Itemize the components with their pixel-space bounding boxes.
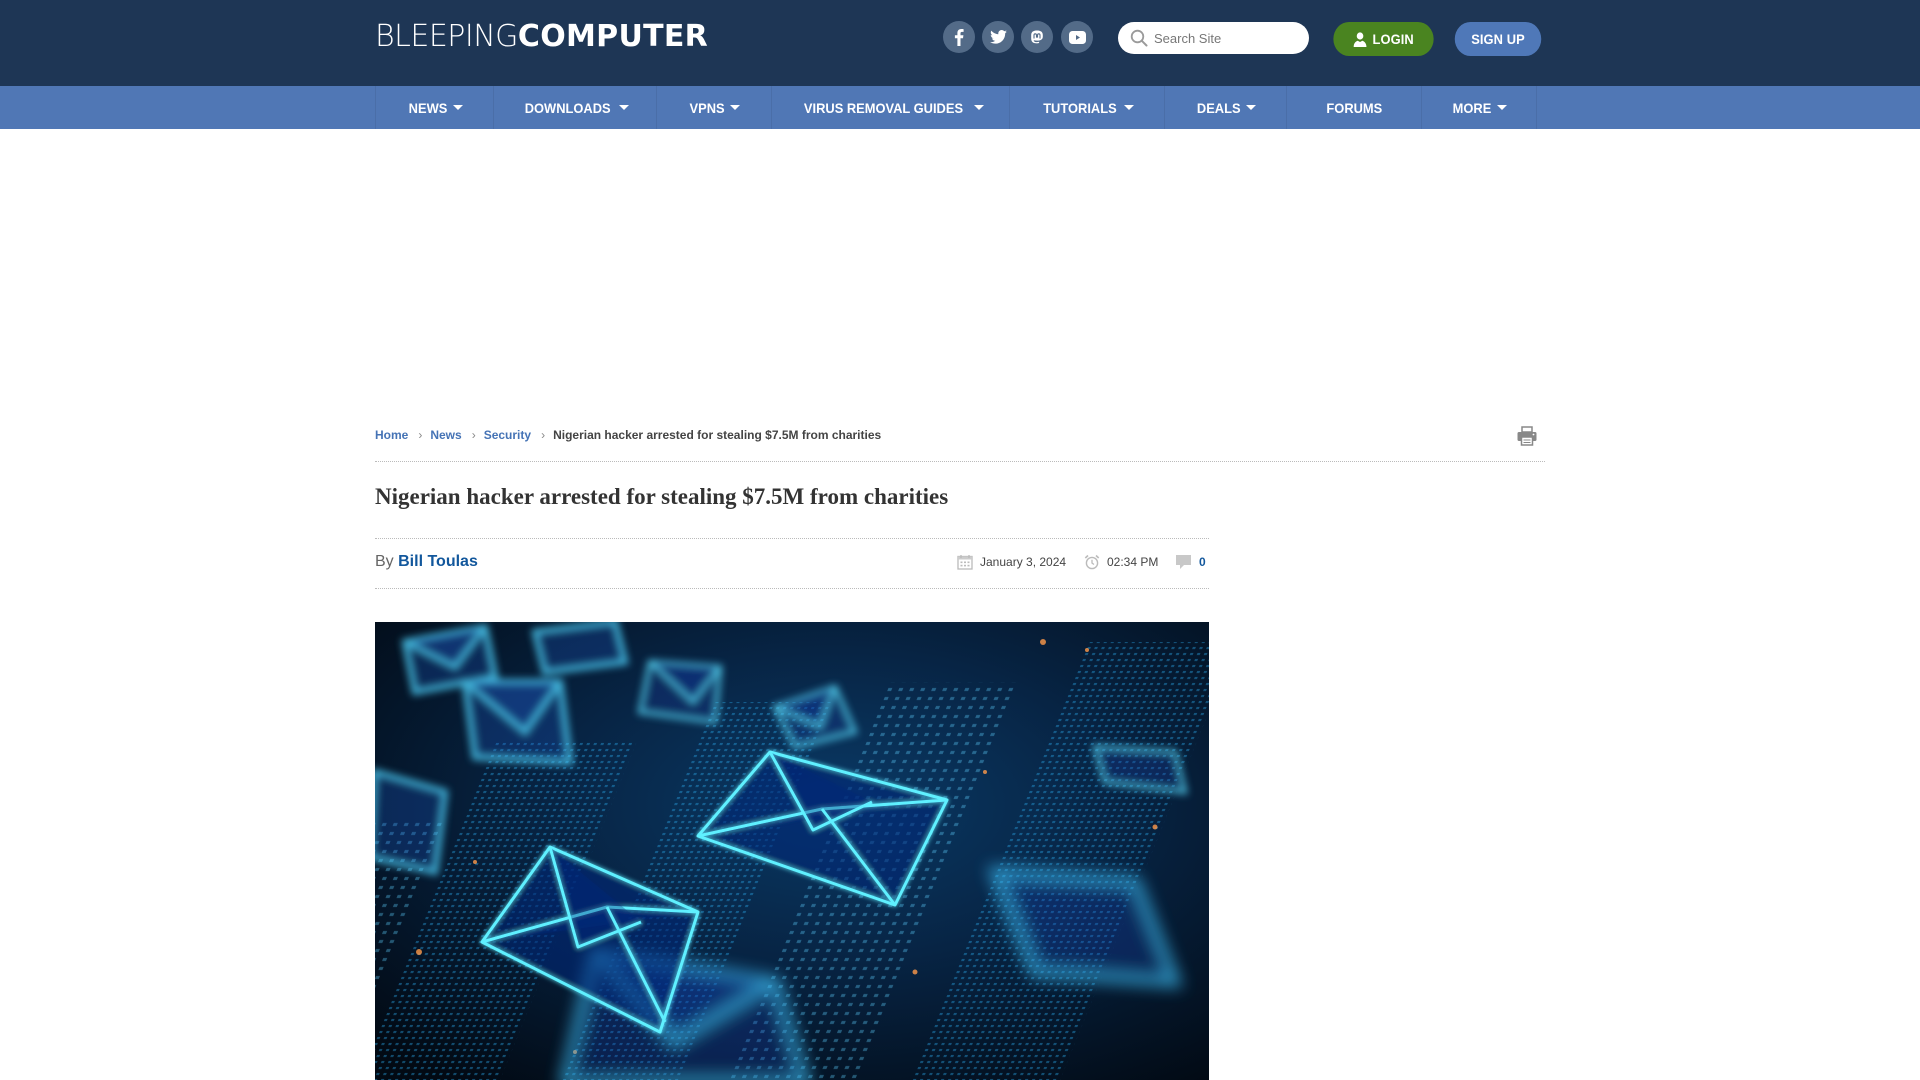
search-input[interactable] xyxy=(1154,30,1294,46)
caret-down-icon xyxy=(1497,105,1507,110)
search-icon xyxy=(1130,29,1148,47)
breadcrumb-news[interactable]: News xyxy=(430,428,461,442)
time-text: 02:34 PM xyxy=(1107,555,1159,569)
nav-item-virus-removal-guides[interactable]: VIRUS REMOVAL GUIDES xyxy=(772,86,1010,129)
printer-icon xyxy=(1517,426,1537,446)
chevron-right-icon: › xyxy=(418,428,423,442)
twitter-link[interactable] xyxy=(982,21,1014,53)
signup-button[interactable]: SIGN UP xyxy=(1454,22,1542,56)
breadcrumb-current: Nigerian hacker arrested for stealing $7… xyxy=(553,428,882,442)
byline: By Bill Toulas xyxy=(375,553,478,571)
mastodon-icon xyxy=(1031,30,1043,43)
nav-item-more[interactable]: MORE xyxy=(1422,86,1537,129)
nav-label: DOWNLOADS xyxy=(525,99,611,116)
youtube-icon xyxy=(1068,30,1086,44)
calendar-icon xyxy=(957,555,973,570)
caret-down-icon xyxy=(452,105,463,110)
caret-down-icon xyxy=(1246,105,1257,110)
mastodon-link[interactable] xyxy=(1021,21,1053,53)
signup-label: SIGN UP xyxy=(1471,31,1525,47)
comment-icon xyxy=(1176,555,1191,569)
caret-down-icon xyxy=(618,105,629,110)
comment-count: 0 xyxy=(1199,555,1206,569)
nav-label: NEWS xyxy=(408,99,447,116)
caret-down-icon xyxy=(973,105,984,110)
print-button[interactable] xyxy=(1516,425,1538,447)
login-label: LOGIN xyxy=(1372,31,1414,47)
logo-bold-text: COMPUTER xyxy=(517,19,709,54)
logo-light-text: BLEEPING xyxy=(375,19,518,54)
caret-down-icon xyxy=(1123,105,1134,110)
caret-down-icon xyxy=(730,105,741,110)
nav-item-tutorials[interactable]: TUTORIALS xyxy=(1010,86,1165,129)
twitter-icon xyxy=(989,30,1007,44)
publish-date: January 3, 2024 xyxy=(957,554,1066,570)
article-hero-image xyxy=(375,622,1209,1080)
nav-label: FORUMS xyxy=(1326,99,1382,116)
byline-divider-top xyxy=(375,538,1209,539)
nav-label: VIRUS REMOVAL GUIDES xyxy=(803,99,964,116)
date-text: January 3, 2024 xyxy=(980,555,1067,569)
nav-items: NEWS DOWNLOADS VPNS VIRUS REMOVAL GUIDES… xyxy=(375,86,1537,129)
publish-time: 02:34 PM xyxy=(1084,554,1158,570)
nav-label: VPNS xyxy=(689,99,725,116)
login-button[interactable]: LOGIN xyxy=(1333,22,1434,56)
facebook-link[interactable] xyxy=(943,21,975,53)
email-envelopes-illustration xyxy=(375,622,1209,1080)
nav-label: DEALS xyxy=(1196,99,1241,116)
main-nav: NEWS DOWNLOADS VPNS VIRUS REMOVAL GUIDES… xyxy=(0,86,1920,129)
breadcrumb-security[interactable]: Security xyxy=(484,428,531,442)
nav-item-forums[interactable]: FORUMS xyxy=(1287,86,1422,129)
search-box[interactable] xyxy=(1118,22,1309,54)
youtube-link[interactable] xyxy=(1061,21,1093,53)
nav-label: TUTORIALS xyxy=(1043,99,1117,116)
breadcrumb: Home › News › Security › Nigerian hacker… xyxy=(375,428,881,442)
comments-link[interactable]: 0 xyxy=(1175,554,1206,570)
user-icon xyxy=(1353,31,1367,47)
author-link[interactable]: Bill Toulas xyxy=(398,553,478,570)
chevron-right-icon: › xyxy=(471,428,476,442)
site-header: BLEEPINGCOMPUTER LOGIN SIGN UP xyxy=(0,0,1920,86)
byline-divider-bottom xyxy=(375,588,1209,589)
breadcrumb-divider xyxy=(375,461,1545,462)
nav-item-deals[interactable]: DEALS xyxy=(1165,86,1287,129)
chevron-right-icon: › xyxy=(541,428,546,442)
article-title: Nigerian hacker arrested for stealing $7… xyxy=(375,484,949,509)
alarm-clock-icon xyxy=(1084,554,1100,570)
nav-item-vpns[interactable]: VPNS xyxy=(657,86,772,129)
nav-item-news[interactable]: NEWS xyxy=(376,86,494,129)
nav-label: MORE xyxy=(1452,99,1492,116)
byline-prefix: By xyxy=(375,553,394,570)
site-logo[interactable]: BLEEPINGCOMPUTER xyxy=(375,20,708,54)
nav-item-downloads[interactable]: DOWNLOADS xyxy=(494,86,657,129)
breadcrumb-home[interactable]: Home xyxy=(375,428,408,442)
facebook-icon xyxy=(954,28,964,46)
